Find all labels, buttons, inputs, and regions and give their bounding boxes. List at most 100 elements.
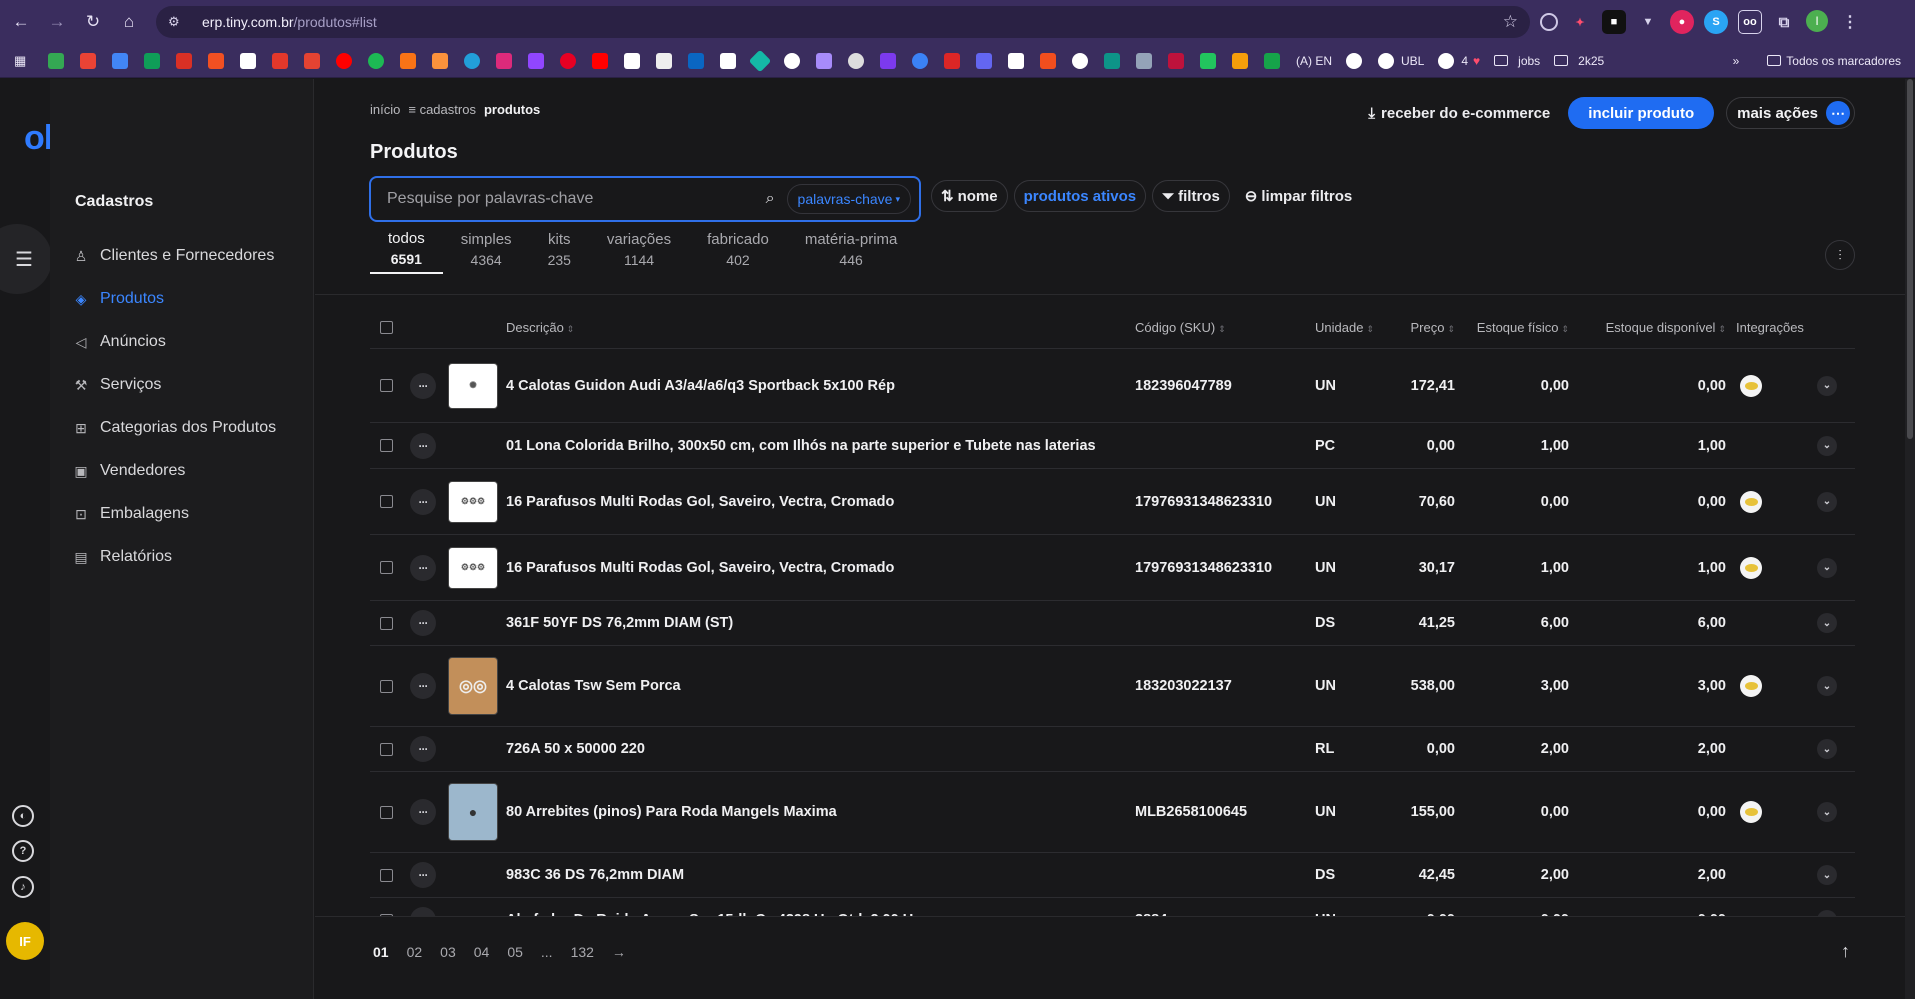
chevron-down-icon[interactable]: ⌄ xyxy=(1817,739,1837,759)
col-header-available[interactable]: Estoque disponível ⇕ xyxy=(1569,320,1726,335)
sidebar-item-anuncios[interactable]: ◁ Anúncios xyxy=(72,328,166,356)
more-actions-button[interactable]: mais ações ⋯ xyxy=(1726,97,1855,129)
tab-todos[interactable]: todos 6591 xyxy=(370,226,443,274)
product-description[interactable]: 983C 36 DS 76,2mm DIAM xyxy=(506,867,1135,883)
row-more-icon[interactable]: ··· xyxy=(410,554,436,581)
reload-icon[interactable]: ↻ xyxy=(78,7,108,37)
row-checkbox[interactable] xyxy=(380,868,393,882)
tab-fabricado[interactable]: fabricado 402 xyxy=(689,226,787,274)
column-settings-icon[interactable]: ⫶ xyxy=(1825,240,1855,270)
profile-avatar[interactable]: I xyxy=(1806,10,1828,32)
row-checkbox[interactable] xyxy=(380,679,393,693)
table-row[interactable]: ··· 361F 50YF DS 76,2mm DIAM (ST) DS 41,… xyxy=(370,601,1855,646)
user-avatar[interactable]: IF xyxy=(6,922,44,960)
page-link[interactable]: 01 xyxy=(373,944,389,960)
bookmark-circle-icon[interactable] xyxy=(1072,52,1088,69)
table-row[interactable]: ··· 01 Lona Colorida Brilho, 300x50 cm, … xyxy=(370,423,1855,469)
all-bookmarks[interactable]: Todos os marcadores xyxy=(1767,54,1901,68)
sort-button[interactable]: ⇅ nome xyxy=(931,180,1008,212)
help-icon[interactable]: ? xyxy=(12,840,34,862)
search-icon[interactable]: ⌕ xyxy=(766,190,775,208)
col-header-price[interactable]: Preço ⇕ xyxy=(1385,320,1455,335)
bookmark-mountain-icon[interactable] xyxy=(1136,52,1152,69)
mercadolivre-integration-icon[interactable] xyxy=(1740,675,1762,697)
sidebar-item-produtos[interactable]: ◈ Produtos xyxy=(72,285,164,313)
notifications-bell-icon[interactable]: ♪ xyxy=(12,876,34,898)
bookmark-sheets-icon[interactable] xyxy=(144,52,160,69)
table-row[interactable]: ··· ⚙⚙⚙ 16 Parafusos Multi Rodas Gol, Sa… xyxy=(370,469,1855,535)
bookmark-docs-icon[interactable] xyxy=(112,52,128,69)
product-description[interactable]: 16 Parafusos Multi Rodas Gol, Saveiro, V… xyxy=(506,494,1135,510)
page-link[interactable]: 03 xyxy=(440,944,456,960)
bookmark-instagram-icon[interactable] xyxy=(496,52,512,69)
table-row[interactable]: ··· ✺ 4 Calotas Guidon Audi A3/a4/a6/q3 … xyxy=(370,349,1855,423)
page-scrollbar[interactable] xyxy=(1905,79,1915,999)
bookmark-diamond-icon[interactable] xyxy=(748,49,772,72)
bookmark-spotify-icon[interactable] xyxy=(368,52,384,69)
bookmark-u-icon[interactable] xyxy=(880,52,896,69)
github-icon[interactable] xyxy=(1346,52,1362,69)
bookmark-rss-icon[interactable] xyxy=(432,52,448,69)
bookmark-gmail-icon[interactable] xyxy=(176,52,192,69)
row-more-icon[interactable]: ··· xyxy=(410,862,436,888)
product-thumbnail[interactable]: ● xyxy=(448,783,498,841)
bookmark-r-icon[interactable] xyxy=(1168,52,1184,69)
breadcrumb-home[interactable]: início xyxy=(370,102,400,117)
product-description[interactable]: 726A 50 x 50000 220 xyxy=(506,741,1135,757)
row-more-icon[interactable]: ··· xyxy=(410,432,436,459)
bookmark-drive-icon[interactable] xyxy=(48,52,64,69)
chevron-down-icon[interactable]: ⌄ xyxy=(1817,435,1837,456)
bookmark-folder-2k25[interactable]: 2k25 xyxy=(1554,54,1604,68)
sidebar-item-categorias[interactable]: ⊞ Categorias dos Produtos xyxy=(72,414,276,442)
bookmark-openai-icon[interactable] xyxy=(848,52,864,69)
bookmark-trello-icon[interactable] xyxy=(272,52,288,69)
extensions-puzzle-icon[interactable]: ⧉ xyxy=(1772,10,1796,34)
bookmark-figma-icon[interactable] xyxy=(1040,52,1056,69)
extension-v-icon[interactable]: ▼ xyxy=(1636,10,1660,34)
bookmark-tiktok-icon[interactable] xyxy=(624,52,640,69)
include-product-button[interactable]: incluir produto xyxy=(1568,97,1715,129)
row-checkbox[interactable] xyxy=(380,439,393,452)
bookmark-star-icon[interactable]: ☆ xyxy=(1503,12,1518,32)
bookmark-pinterest-icon[interactable] xyxy=(560,52,576,69)
bookmark-notion-icon[interactable] xyxy=(240,52,256,69)
clear-filters-button[interactable]: ⊖ limpar filtros xyxy=(1236,180,1361,212)
chevron-down-icon[interactable]: ⌄ xyxy=(1817,557,1837,578)
table-row[interactable]: ··· ⚙⚙⚙ 16 Parafusos Multi Rodas Gol, Sa… xyxy=(370,535,1855,601)
bookmark-youtube-music-icon[interactable] xyxy=(336,52,352,69)
forward-arrow-icon[interactable]: → xyxy=(42,7,72,37)
bookmark-twitch-icon[interactable] xyxy=(528,52,544,69)
search-mode-dropdown[interactable]: palavras-chave ▾ xyxy=(786,184,911,214)
row-more-icon[interactable]: ··· xyxy=(410,488,436,515)
menu-hamburger-icon[interactable]: ☰ xyxy=(0,224,52,294)
mercadolivre-integration-icon[interactable] xyxy=(1740,801,1762,823)
site-settings-icon[interactable]: ⚙ xyxy=(168,14,190,30)
table-row[interactable]: ··· 726A 50 x 50000 220 RL 0,00 2,00 2,0… xyxy=(370,727,1855,772)
product-description[interactable]: 4 Calotas Guidon Audi A3/a4/a6/q3 Sportb… xyxy=(506,378,1135,394)
bookmark-chart-icon[interactable] xyxy=(400,52,416,69)
tab-kits[interactable]: kits 235 xyxy=(530,226,589,274)
col-header-desc[interactable]: Descrição ⇕ xyxy=(506,320,1135,335)
select-all-checkbox[interactable] xyxy=(380,321,393,334)
mercadolivre-integration-icon[interactable] xyxy=(1740,490,1762,513)
row-more-icon[interactable]: ··· xyxy=(410,610,436,636)
sidebar-item-embalagens[interactable]: ⊡ Embalagens xyxy=(72,500,189,528)
bookmark-chatgpt-icon[interactable] xyxy=(720,52,736,69)
receive-ecommerce-button[interactable]: ⤓ receber do e-commerce xyxy=(1362,98,1556,128)
bookmark-edge-icon[interactable] xyxy=(912,52,928,69)
bookmark-photos-icon[interactable] xyxy=(80,52,96,69)
row-checkbox[interactable] xyxy=(380,805,393,819)
row-checkbox[interactable] xyxy=(380,742,393,756)
table-row[interactable]: ··· 983C 36 DS 76,2mm DIAM DS 42,45 2,00… xyxy=(370,853,1855,898)
bookmark-lang[interactable]: (A) EN xyxy=(1296,54,1332,68)
extension-blue-icon[interactable]: S xyxy=(1704,10,1728,34)
mercadolivre-integration-icon[interactable] xyxy=(1740,374,1762,397)
extension-square-icon[interactable]: ■ xyxy=(1602,10,1626,34)
bookmark-orange-icon[interactable] xyxy=(1232,52,1248,69)
tab-materia-prima[interactable]: matéria-prima 446 xyxy=(787,226,916,274)
bookmark-sparkle-icon[interactable] xyxy=(976,52,992,69)
extension-red-icon[interactable]: ● xyxy=(1670,10,1694,34)
page-link[interactable]: 05 xyxy=(507,944,523,960)
col-header-sku[interactable]: Código (SKU) ⇕ xyxy=(1135,320,1315,335)
bookmark-count[interactable]: 4 ♥ xyxy=(1438,52,1480,69)
